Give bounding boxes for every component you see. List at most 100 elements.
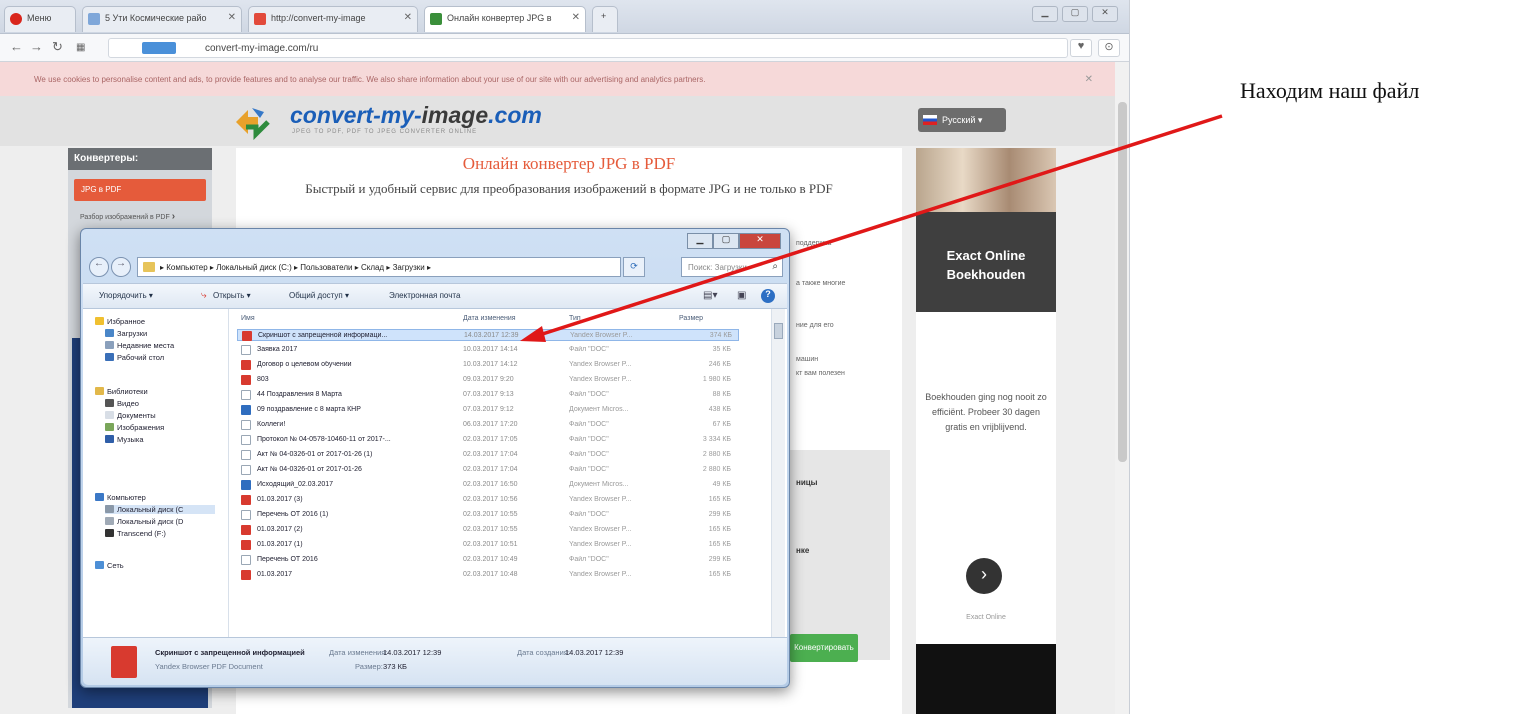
minimize-icon[interactable]: ▁ <box>687 233 713 249</box>
file-row[interactable]: 09 поздравление с 8 марта КНР 07.03.2017 … <box>237 404 739 416</box>
file-row[interactable]: 01.03.2017 (2) 02.03.2017 10:55 Yandex Bro… <box>237 524 739 536</box>
open-with-icon: ⤷ <box>201 290 207 301</box>
ad-photo[interactable] <box>916 148 1056 212</box>
file-row[interactable]: Акт № 04-0326-01 от 2017-01-26 02.03.2017… <box>237 464 739 476</box>
nav-desktop[interactable]: Рабочий стол <box>105 353 164 362</box>
nav-recent[interactable]: Недавние места <box>105 341 174 350</box>
tab-convert-url[interactable]: http://convert-my-image ✕ <box>248 6 418 32</box>
file-list-scrollbar[interactable] <box>771 309 785 637</box>
refresh-icon[interactable]: ⟳ <box>623 257 645 277</box>
file-row[interactable]: Протокол № 04-0578-10460-11 от 2017-... 0… <box>237 434 739 446</box>
file-row[interactable]: Договор о целевом обучении 10.03.2017 14:… <box>237 359 739 371</box>
grid-icon[interactable]: ▦ <box>76 42 85 53</box>
nav-transcend[interactable]: Transcend (F:) <box>105 529 166 538</box>
doc-file-icon <box>241 390 251 400</box>
close-icon[interactable]: ✕ <box>1092 6 1118 22</box>
url-input[interactable]: convert-my-image.com/ru <box>108 38 1068 58</box>
maximize-icon[interactable]: ▢ <box>713 233 739 249</box>
file-date: 10.03.2017 14:12 <box>463 361 518 368</box>
close-icon[interactable]: ✕ <box>739 233 781 249</box>
file-type: Документ Micros... <box>569 481 629 488</box>
arrow-right-icon[interactable]: › <box>966 558 1002 594</box>
forward-arrow-icon[interactable]: → <box>111 257 131 277</box>
nav-downloads[interactable]: Загрузки <box>105 329 147 338</box>
heart-icon[interactable]: ♥ <box>1070 39 1092 57</box>
close-tab-icon[interactable]: ✕ <box>228 12 236 23</box>
file-row[interactable]: Коллеги! 06.03.2017 17:20 Файл "DOC" 67 КБ <box>237 419 739 431</box>
minimize-icon[interactable]: ▁ <box>1032 6 1058 22</box>
file-type: Файл "DOC" <box>569 511 609 518</box>
file-row[interactable]: 01.03.2017 (1) 02.03.2017 10:51 Yandex Bro… <box>237 539 739 551</box>
sidebar-item-images-to-pdf[interactable]: Разбор изображений в PDF › <box>80 212 200 222</box>
ad-headline[interactable]: Exact Online Boekhouden <box>916 212 1056 312</box>
ad-image[interactable] <box>916 644 1056 714</box>
logo-arrows-icon <box>236 108 270 140</box>
downloads-icon <box>105 329 114 337</box>
new-tab-button[interactable]: + <box>592 6 618 32</box>
file-date: 06.03.2017 17:20 <box>463 421 518 428</box>
tab-space[interactable]: 5 Ути Космические райо ✕ <box>82 6 242 32</box>
download-icon[interactable]: ⊙ <box>1098 39 1120 57</box>
back-arrow-icon[interactable]: ← <box>10 39 23 54</box>
file-row[interactable]: Перечень ОТ 2016 (1) 02.03.2017 10:55 Файл… <box>237 509 739 521</box>
breadcrumb[interactable]: ▸ Компьютер ▸ Локальный диск (C:) ▸ Поль… <box>137 257 621 277</box>
nav-documents[interactable]: Документы <box>105 411 156 420</box>
scrollbar-thumb[interactable] <box>774 323 783 339</box>
ad-link[interactable]: Exact Online <box>916 614 1056 621</box>
file-type: Файл "DOC" <box>569 436 609 443</box>
page-scrollbar[interactable] <box>1115 62 1129 714</box>
column-header-size[interactable]: Размер <box>679 315 703 322</box>
nav-images[interactable]: Изображения <box>105 423 164 432</box>
background-heading: нке <box>796 546 810 555</box>
file-row[interactable]: Скриншот с запрещенной информаци... 14.03… <box>237 329 739 341</box>
view-options-icon[interactable]: ▤▾ <box>703 290 717 301</box>
open-button[interactable]: Открыть ▾ <box>213 291 251 300</box>
file-row[interactable]: 01.03.2017 (3) 02.03.2017 10:56 Yandex Bro… <box>237 494 739 506</box>
nav-favorites[interactable]: Избранное <box>95 317 145 326</box>
logo-tagline: JPEG TO PDF, PDF TO JPEG CONVERTER ONLIN… <box>292 129 478 135</box>
nav-disk-c[interactable]: Локальный диск (C <box>105 505 215 514</box>
close-icon[interactable]: ✕ <box>1085 74 1093 85</box>
file-row[interactable]: Заявка 2017 10.03.2017 14:14 Файл "DOC" 35 … <box>237 344 739 356</box>
preview-pane-icon[interactable]: ▣ <box>737 290 746 301</box>
sidebar-item-jpg-to-pdf[interactable]: JPG в PDF <box>74 179 206 201</box>
doc-file-icon <box>241 345 251 355</box>
file-row[interactable]: Исходящий_02.03.2017 02.03.2017 16:50 Доку… <box>237 479 739 491</box>
site-logo[interactable]: convert-my-image.com <box>290 102 542 129</box>
security-badge-icon[interactable] <box>142 42 176 54</box>
column-header-type[interactable]: Тип <box>569 315 581 322</box>
close-tab-icon[interactable]: ✕ <box>404 12 412 23</box>
share-button[interactable]: Общий доступ ▾ <box>289 291 349 300</box>
nav-disk-d[interactable]: Локальный диск (D <box>105 517 183 526</box>
url-text: convert-my-image.com/ru <box>205 43 319 54</box>
maximize-icon[interactable]: ▢ <box>1062 6 1088 22</box>
language-select[interactable]: Русский ▾ <box>918 108 1006 132</box>
convert-button[interactable]: Конвертировать <box>790 634 858 662</box>
forward-arrow-icon[interactable]: → <box>30 39 43 54</box>
scrollbar-thumb[interactable] <box>1118 102 1127 462</box>
email-button[interactable]: Электронная почта <box>389 291 460 300</box>
word-file-icon <box>241 480 251 490</box>
tab-label: 5 Ути Космические райо <box>105 13 207 23</box>
back-arrow-icon[interactable]: ← <box>89 257 109 277</box>
file-row[interactable]: 01.03.2017 02.03.2017 10:48 Yandex Browser… <box>237 569 739 581</box>
column-header-name[interactable]: Имя <box>241 315 255 322</box>
search-input[interactable]: Поиск: Загрузки ⌕ <box>681 257 783 277</box>
tab-active-converter[interactable]: Онлайн конвертер JPG в ✕ <box>424 6 586 32</box>
file-row[interactable]: Акт № 04-0326-01 от 2017-01-26 (1) 02.03.… <box>237 449 739 461</box>
reload-icon[interactable]: ↻ <box>52 39 63 55</box>
nav-music[interactable]: Музыка <box>105 435 144 444</box>
file-row[interactable]: 803 09.03.2017 9:20 Yandex Browser P... 1 9… <box>237 374 739 386</box>
help-icon[interactable]: ? <box>761 289 775 303</box>
file-row[interactable]: Перечень ОТ 2016 02.03.2017 10:49 Файл "DO… <box>237 554 739 566</box>
nav-label: Transcend (F:) <box>117 529 166 538</box>
nav-video[interactable]: Видео <box>105 399 139 408</box>
tab-menu[interactable]: Меню <box>4 6 76 32</box>
nav-network[interactable]: Сеть <box>95 561 124 570</box>
nav-libraries[interactable]: Библиотеки <box>95 387 148 396</box>
close-tab-icon[interactable]: ✕ <box>572 12 580 23</box>
file-row[interactable]: 44 Поздравления 8 Марта 07.03.2017 9:13 Фа… <box>237 389 739 401</box>
organize-button[interactable]: Упорядочить ▾ <box>99 291 153 300</box>
column-header-date[interactable]: Дата изменения <box>463 315 516 322</box>
nav-computer[interactable]: Компьютер <box>95 493 146 502</box>
